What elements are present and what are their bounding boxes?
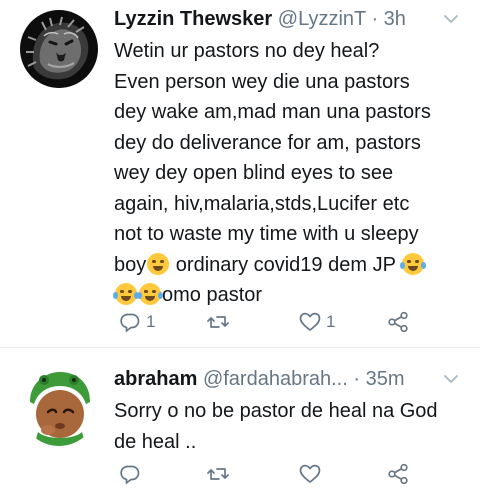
like-button[interactable]: 1 xyxy=(298,308,335,336)
smirking-face-emoji-icon xyxy=(147,252,170,275)
avatar[interactable] xyxy=(20,368,98,446)
like-button[interactable] xyxy=(298,460,326,488)
display-name[interactable]: Lyzzin Thewsker xyxy=(114,8,272,30)
reply-icon xyxy=(120,465,140,484)
separator: · xyxy=(353,368,361,390)
face-with-tears-of-joy-emoji-icon xyxy=(400,252,427,275)
heart-icon xyxy=(299,312,321,331)
display-name[interactable]: abraham xyxy=(114,368,197,390)
tweet[interactable]: abraham @fardahabrah... · 35m Sorry o no… xyxy=(0,348,480,492)
heart-icon xyxy=(299,464,321,483)
tweet-text-part: omo pastor xyxy=(162,284,263,306)
tweet-text: Wetin ur pastors no dey heal? Even perso… xyxy=(113,36,466,311)
tweet-text: Sorry o no be pastor de heal na God de h… xyxy=(114,400,438,453)
chevron-down-icon[interactable] xyxy=(442,370,460,388)
baby-avatar-image xyxy=(20,368,98,446)
retweet-button[interactable] xyxy=(206,308,234,336)
retweet-icon xyxy=(207,468,229,480)
tweet[interactable]: Lyzzin Thewsker @LyzzinT · 3h Wetin ur p… xyxy=(0,0,480,348)
retweet-icon xyxy=(207,316,229,328)
tweet-actions xyxy=(114,460,434,488)
tweet-header: abraham @fardahabrah... · 35m xyxy=(114,364,464,394)
user-handle[interactable]: @fardahabrah... xyxy=(203,368,348,390)
share-button[interactable] xyxy=(386,308,410,336)
timestamp[interactable]: 35m xyxy=(366,368,405,390)
chevron-down-icon[interactable] xyxy=(442,10,460,28)
face-with-tears-of-joy-emoji-icon xyxy=(113,283,139,305)
like-count: 1 xyxy=(326,312,336,331)
retweet-button[interactable] xyxy=(206,460,234,488)
reply-button[interactable]: 1 xyxy=(118,308,155,336)
share-icon xyxy=(388,311,408,333)
face-with-tears-of-joy-emoji-icon xyxy=(137,283,163,305)
avatar[interactable] xyxy=(20,10,98,88)
tweet-header: Lyzzin Thewsker @LyzzinT · 3h xyxy=(114,4,464,34)
timestamp[interactable]: 3h xyxy=(384,8,406,30)
tweet-text-part: Wetin ur pastors no dey heal? Even perso… xyxy=(114,40,431,276)
tweet-actions: 1 1 xyxy=(114,308,434,336)
reply-count: 1 xyxy=(146,312,156,331)
share-icon xyxy=(388,463,408,485)
separator: · xyxy=(371,8,379,30)
reply-icon xyxy=(120,313,140,332)
share-button[interactable] xyxy=(386,460,410,488)
user-handle[interactable]: @LyzzinT xyxy=(278,8,366,30)
lion-avatar-image xyxy=(20,10,98,88)
tweet-text-part: ordinary covid19 dem JP xyxy=(170,253,402,276)
reply-button[interactable] xyxy=(118,460,146,488)
